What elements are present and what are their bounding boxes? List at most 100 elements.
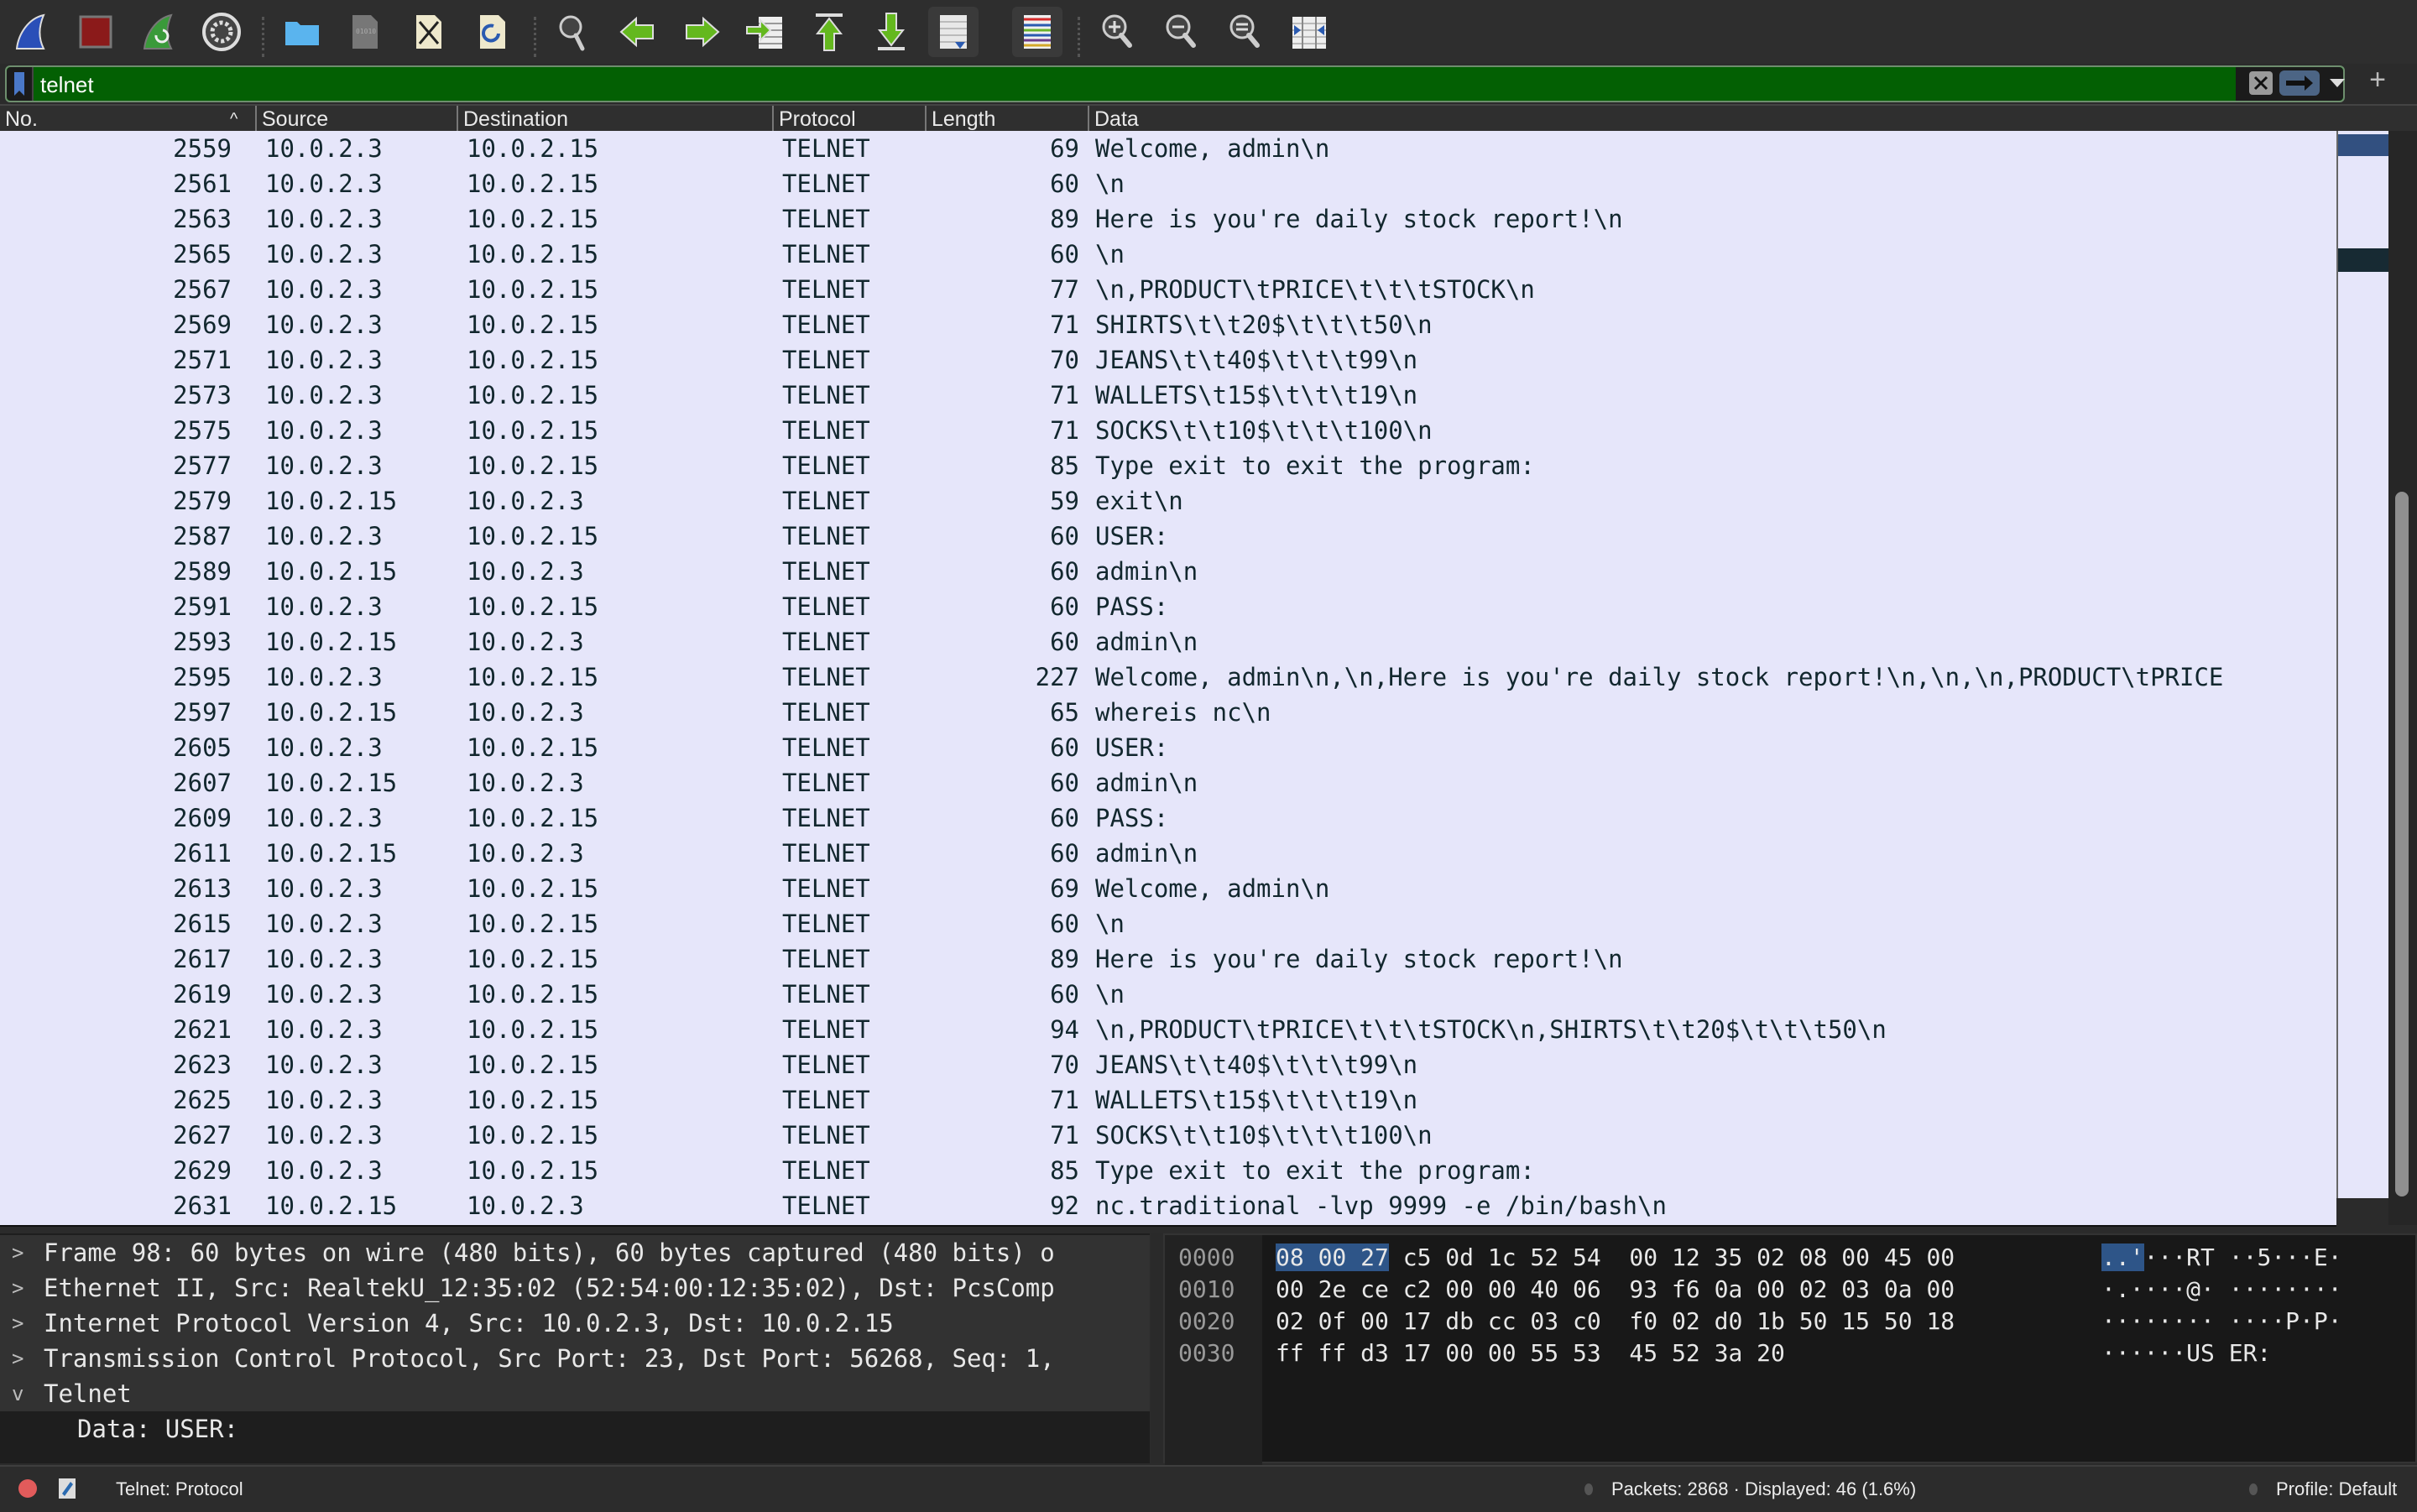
packet-row[interactable]: 2577 10.0.2.3 10.0.2.15 TELNET 85 Type exit t… — [0, 448, 2336, 483]
detail-tree-item[interactable]: > Transmission Control Protocol, Src Port… — [0, 1341, 1150, 1376]
column-no[interactable]: No. ^ — [0, 106, 255, 131]
add-filter-button-icon[interactable]: + — [2365, 64, 2390, 96]
column-destination[interactable]: Destination — [457, 106, 772, 131]
go-first-button[interactable] — [804, 7, 854, 57]
hex-ascii[interactable]: ..'···RT ··5···E· — [2101, 1242, 2342, 1274]
packet-row[interactable]: 2573 10.0.2.3 10.0.2.15 TELNET 71 WALLETS\t15… — [0, 378, 2336, 413]
packet-row[interactable]: 2579 10.0.2.15 10.0.2.3 TELNET 59 exit\n — [0, 483, 2336, 519]
detail-tree-item[interactable]: > Ethernet II, Src: RealtekU_12:35:02 (52… — [0, 1270, 1150, 1306]
chevron-right-icon[interactable]: > — [12, 1235, 23, 1270]
column-data[interactable]: Data — [1088, 106, 2417, 131]
detail-tree-item[interactable]: > Internet Protocol Version 4, Src: 10.0.… — [0, 1306, 1150, 1341]
apply-filter-button[interactable] — [2279, 70, 2320, 96]
packet-destination: 10.0.2.15 — [467, 804, 599, 832]
packet-row[interactable]: 2595 10.0.2.3 10.0.2.15 TELNET 227 Welcome, a… — [0, 660, 2336, 695]
close-file-button[interactable] — [403, 7, 453, 57]
packet-row[interactable]: 2619 10.0.2.3 10.0.2.15 TELNET 60 \n — [0, 977, 2336, 1012]
packet-row[interactable]: 2559 10.0.2.3 10.0.2.15 TELNET 69 Welcome, ad… — [0, 131, 2336, 166]
packet-row[interactable]: 2591 10.0.2.3 10.0.2.15 TELNET 60 PASS: — [0, 589, 2336, 624]
capture-options-button[interactable] — [196, 7, 247, 57]
restart-capture-button[interactable] — [134, 7, 185, 57]
hex-bytes[interactable]: 02 0f 00 17 db cc 03 c0 f0 02 d0 1b 50 1… — [1276, 1306, 1955, 1337]
zoom-in-button[interactable] — [1093, 7, 1143, 57]
expert-info-indicator-icon[interactable] — [18, 1479, 37, 1498]
capture-comment-icon[interactable] — [57, 1477, 77, 1500]
packet-list-minimap[interactable] — [2336, 131, 2390, 1198]
zoom-out-button[interactable] — [1156, 7, 1207, 57]
arrow-down-last-icon — [877, 13, 906, 50]
zoom-normal-button[interactable] — [1220, 7, 1271, 57]
reload-file-button[interactable] — [467, 7, 517, 57]
chevron-right-icon[interactable]: > — [12, 1341, 23, 1376]
packet-data: Welcome, admin\n — [1095, 874, 1330, 903]
packet-row[interactable]: 2621 10.0.2.3 10.0.2.15 TELNET 94 \n,PRODUCT\… — [0, 1012, 2336, 1047]
stop-capture-button[interactable] — [70, 7, 121, 57]
hex-ascii[interactable]: ·.····@· ········ — [2101, 1274, 2342, 1306]
packet-row[interactable]: 2587 10.0.2.3 10.0.2.15 TELNET 60 USER: — [0, 519, 2336, 554]
detail-tree-item[interactable]: > Frame 98: 60 bytes on wire (480 bits), … — [0, 1235, 1150, 1270]
hex-bytes[interactable]: 08 00 27 c5 0d 1c 52 54 00 12 35 02 08 0… — [1276, 1242, 1955, 1274]
go-to-packet-button[interactable] — [740, 7, 791, 57]
save-file-button[interactable]: 01010 — [339, 7, 389, 57]
packet-source: 10.0.2.3 — [265, 240, 383, 269]
chevron-right-icon[interactable]: > — [12, 1270, 23, 1306]
hex-bytes[interactable]: ff ff d3 17 00 00 55 53 45 52 3a 20 — [1276, 1337, 1785, 1369]
colorize-button[interactable] — [1012, 7, 1062, 57]
packet-row[interactable]: 2589 10.0.2.15 10.0.2.3 TELNET 60 admin\n — [0, 554, 2336, 589]
packet-source: 10.0.2.15 — [265, 769, 398, 797]
go-back-button[interactable] — [613, 7, 663, 57]
auto-scroll-button[interactable] — [928, 7, 979, 57]
packet-row[interactable]: 2627 10.0.2.3 10.0.2.15 TELNET 71 SOCKS\t\t10… — [0, 1118, 2336, 1153]
packet-data: \n — [1095, 169, 1125, 198]
packet-row[interactable]: 2611 10.0.2.15 10.0.2.3 TELNET 60 admin\n — [0, 836, 2336, 871]
packet-number: 2561 — [173, 169, 232, 198]
packet-row[interactable]: 2623 10.0.2.3 10.0.2.15 TELNET 70 JEANS\t\t40… — [0, 1047, 2336, 1082]
detail-tree-item[interactable]: v Telnet — [0, 1376, 1150, 1411]
packet-row[interactable]: 2625 10.0.2.3 10.0.2.15 TELNET 71 WALLETS\t15… — [0, 1082, 2336, 1118]
clear-filter-button[interactable] — [2249, 71, 2273, 95]
start-capture-button[interactable] — [7, 7, 57, 57]
packet-destination: 10.0.2.15 — [467, 663, 599, 691]
packet-row[interactable]: 2567 10.0.2.3 10.0.2.15 TELNET 77 \n,PRODUCT\… — [0, 272, 2336, 307]
packet-row[interactable]: 2615 10.0.2.3 10.0.2.15 TELNET 60 \n — [0, 906, 2336, 941]
packet-row[interactable]: 2629 10.0.2.3 10.0.2.15 TELNET 85 Type exit t… — [0, 1153, 2336, 1188]
display-filter-input[interactable] — [39, 67, 2224, 102]
chevron-down-icon[interactable]: v — [12, 1376, 23, 1411]
packet-row[interactable]: 2593 10.0.2.15 10.0.2.3 TELNET 60 admin\n — [0, 624, 2336, 660]
go-last-button[interactable] — [866, 7, 916, 57]
hex-ascii[interactable]: ······US ER: — [2101, 1337, 2285, 1369]
column-source[interactable]: Source — [255, 106, 457, 131]
packet-row[interactable]: 2597 10.0.2.15 10.0.2.3 TELNET 65 whereis nc\… — [0, 695, 2336, 730]
resize-columns-icon — [1292, 17, 1326, 49]
packet-row[interactable]: 2617 10.0.2.3 10.0.2.15 TELNET 89 Here is you… — [0, 941, 2336, 977]
chevron-right-icon[interactable]: > — [12, 1306, 23, 1341]
find-packet-button[interactable] — [549, 7, 599, 57]
packet-list-scrollbar[interactable] — [2388, 131, 2417, 1225]
hex-bytes[interactable]: 00 2e ce c2 00 00 40 06 93 f6 0a 00 02 0… — [1276, 1274, 1955, 1306]
packet-destination: 10.0.2.15 — [467, 346, 599, 374]
packet-protocol: TELNET — [782, 663, 870, 691]
packet-row[interactable]: 2613 10.0.2.3 10.0.2.15 TELNET 69 Welcome, ad… — [0, 871, 2336, 906]
packet-row[interactable]: 2609 10.0.2.3 10.0.2.15 TELNET 60 PASS: — [0, 800, 2336, 836]
scrollbar-thumb[interactable] — [2395, 492, 2409, 1197]
packet-row[interactable]: 2605 10.0.2.3 10.0.2.15 TELNET 60 USER: — [0, 730, 2336, 765]
packet-row[interactable]: 2561 10.0.2.3 10.0.2.15 TELNET 60 \n — [0, 166, 2336, 201]
column-length[interactable]: Length — [925, 106, 1088, 131]
status-profile[interactable]: Profile: Default — [2276, 1478, 2397, 1500]
packet-row[interactable]: 2575 10.0.2.3 10.0.2.15 TELNET 71 SOCKS\t\t10… — [0, 413, 2336, 448]
column-protocol[interactable]: Protocol — [772, 106, 925, 131]
filter-bookmark-button[interactable] — [7, 67, 34, 101]
filter-history-dropdown[interactable] — [2330, 79, 2345, 87]
packet-row[interactable]: 2607 10.0.2.15 10.0.2.3 TELNET 60 admin\n — [0, 765, 2336, 800]
resize-columns-button[interactable] — [1284, 7, 1334, 57]
hex-ascii[interactable]: ········ ····P·P· — [2101, 1306, 2342, 1337]
detail-field[interactable]: Data: USER: — [0, 1411, 1150, 1447]
packet-row[interactable]: 2631 10.0.2.15 10.0.2.3 TELNET 92 nc.traditio… — [0, 1188, 2336, 1223]
packet-row[interactable]: 2571 10.0.2.3 10.0.2.15 TELNET 70 JEANS\t\t40… — [0, 342, 2336, 378]
pane-splitter[interactable] — [1151, 1233, 1163, 1463]
open-file-button[interactable] — [277, 7, 327, 57]
go-forward-button[interactable] — [676, 7, 727, 57]
packet-row[interactable]: 2565 10.0.2.3 10.0.2.15 TELNET 60 \n — [0, 237, 2336, 272]
packet-row[interactable]: 2563 10.0.2.3 10.0.2.15 TELNET 89 Here is you… — [0, 201, 2336, 237]
packet-row[interactable]: 2569 10.0.2.3 10.0.2.15 TELNET 71 SHIRTS\t\t2… — [0, 307, 2336, 342]
